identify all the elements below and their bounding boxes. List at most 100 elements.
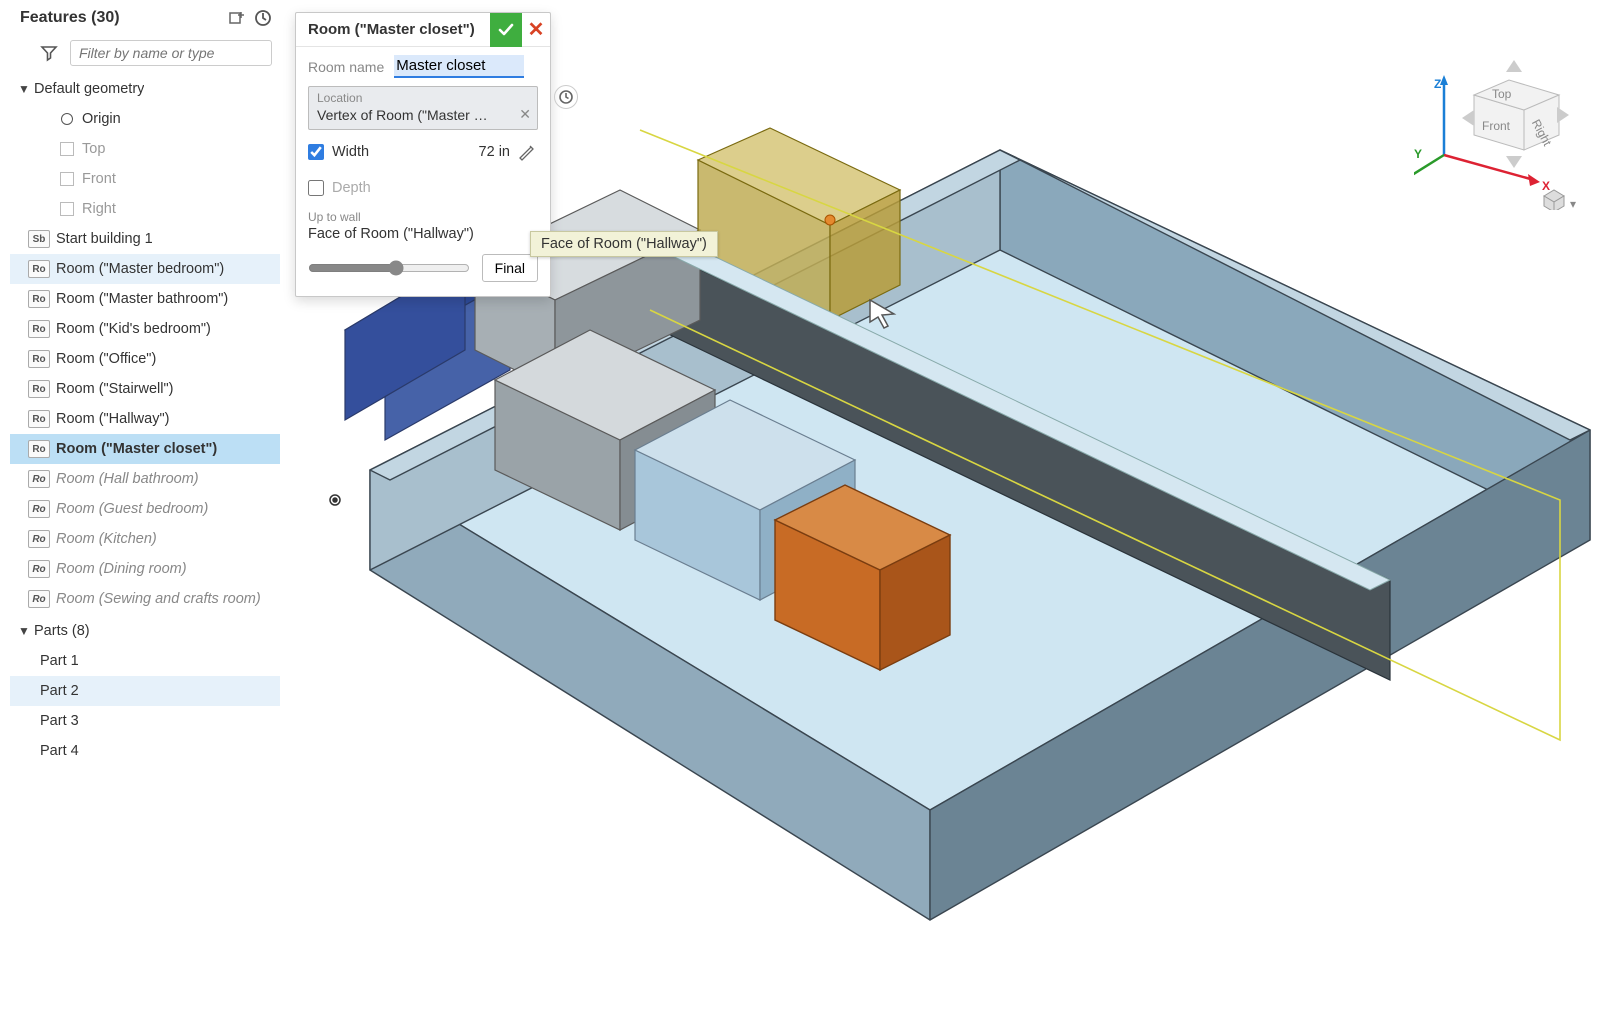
feature-row[interactable]: Ro Room ("Office") xyxy=(10,344,280,374)
tree-origin[interactable]: Origin xyxy=(10,104,280,134)
feature-dialog: Room ("Master closet") ✕ Room name Locat… xyxy=(295,12,551,297)
feature-label: Room (Guest bedroom) xyxy=(56,501,208,517)
part-label: Part 2 xyxy=(40,683,79,699)
feature-row[interactable]: Ro Room ("Master bedroom") xyxy=(10,254,280,284)
part-label: Part 3 xyxy=(40,713,79,729)
filter-icon[interactable] xyxy=(38,42,60,64)
feature-label: Room ("Office") xyxy=(56,351,156,367)
feature-row[interactable]: Ro Room (Sewing and crafts room) xyxy=(10,584,280,614)
svg-text:▾: ▾ xyxy=(1570,197,1576,210)
feature-row[interactable]: Ro Room (Hall bathroom) xyxy=(10,464,280,494)
rollback-slider[interactable] xyxy=(308,260,470,276)
location-history-icon[interactable] xyxy=(554,85,578,109)
svg-text:X: X xyxy=(1542,179,1550,193)
tree-parts-header[interactable]: ▼ Parts (8) xyxy=(10,616,280,646)
chevron-down-icon: ▼ xyxy=(16,624,32,638)
origin-icon xyxy=(60,112,74,126)
width-row: Width 72 in xyxy=(308,138,538,166)
width-checkbox[interactable] xyxy=(308,144,324,160)
feature-tag: Ro xyxy=(28,410,50,428)
add-feature-icon[interactable] xyxy=(226,7,248,29)
chevron-down-icon: ▼ xyxy=(16,82,32,96)
feature-label: Room ("Kid's bedroom") xyxy=(56,321,211,337)
depth-row: Depth xyxy=(308,174,538,202)
feature-label: Room ("Master bedroom") xyxy=(56,261,224,277)
view-cube[interactable]: Z X Y Top Front Right xyxy=(1414,40,1584,210)
feature-row[interactable]: Ro Room (Dining room) xyxy=(10,554,280,584)
feature-panel: Features (30) ▼ Default geometry Origin … xyxy=(10,0,280,800)
measure-icon[interactable] xyxy=(516,141,538,163)
svg-text:Top: Top xyxy=(1492,87,1512,101)
feature-row[interactable]: Sb Start building 1 xyxy=(10,224,280,254)
part-row[interactable]: Part 2 xyxy=(10,676,280,706)
part-row[interactable]: Part 4 xyxy=(10,736,280,766)
svg-text:Front: Front xyxy=(1482,119,1511,133)
up-to-wall-value: Face of Room ("Hallway") xyxy=(308,226,538,242)
feature-label: Room ("Hallway") xyxy=(56,411,169,427)
plane-icon xyxy=(60,202,74,216)
feature-label: Room (Sewing and crafts room) xyxy=(56,591,261,607)
feature-tag: Ro xyxy=(28,560,50,578)
width-label: Width xyxy=(332,144,369,160)
part-row[interactable]: Part 3 xyxy=(10,706,280,736)
feature-tag: Ro xyxy=(28,470,50,488)
feature-label: Room ("Stairwell") xyxy=(56,381,173,397)
location-value: Vertex of Room ("Master … xyxy=(317,107,509,123)
feature-label: Room ("Master closet") xyxy=(56,441,217,457)
clear-location-icon[interactable]: ✕ xyxy=(519,106,531,123)
feature-row[interactable]: Ro Room (Guest bedroom) xyxy=(10,494,280,524)
part-row[interactable]: Part 1 xyxy=(10,646,280,676)
feature-label: Room (Dining room) xyxy=(56,561,187,577)
feature-tag: Sb xyxy=(28,230,50,248)
feature-row[interactable]: Ro Room ("Master closet") xyxy=(10,434,280,464)
tree-plane-front[interactable]: Front xyxy=(10,164,280,194)
feature-label: Start building 1 xyxy=(56,231,153,247)
tree-plane-right[interactable]: Right xyxy=(10,194,280,224)
dialog-cancel-button[interactable]: ✕ xyxy=(522,13,550,47)
feature-label: Room (Kitchen) xyxy=(56,531,157,547)
svg-text:Y: Y xyxy=(1414,147,1422,161)
depth-checkbox[interactable] xyxy=(308,180,324,196)
feature-row[interactable]: Ro Room ("Stairwell") xyxy=(10,374,280,404)
feature-tag: Ro xyxy=(28,290,50,308)
feature-tag: Ro xyxy=(28,350,50,368)
dialog-titlebar[interactable]: Room ("Master closet") ✕ xyxy=(296,13,550,47)
dialog-title: Room ("Master closet") xyxy=(308,21,475,38)
feature-tag: Ro xyxy=(28,530,50,548)
feature-tag: Ro xyxy=(28,590,50,608)
hover-tooltip: Face of Room ("Hallway") xyxy=(530,231,718,257)
feature-panel-header: Features (30) xyxy=(10,0,280,36)
plane-icon xyxy=(60,172,74,186)
feature-row[interactable]: Ro Room ("Hallway") xyxy=(10,404,280,434)
feature-filter-row xyxy=(10,36,280,70)
feature-row[interactable]: Ro Room ("Kid's bedroom") xyxy=(10,314,280,344)
room-name-label: Room name xyxy=(308,59,384,75)
feature-tag: Ro xyxy=(28,380,50,398)
feature-tree: ▼ Default geometry Origin Top Front Righ… xyxy=(10,70,280,766)
feature-label: Room (Hall bathroom) xyxy=(56,471,199,487)
svg-text:Z: Z xyxy=(1434,77,1441,91)
room-name-input[interactable] xyxy=(394,55,524,78)
width-value[interactable]: 72 in xyxy=(479,144,510,160)
feature-tag: Ro xyxy=(28,440,50,458)
feature-row[interactable]: Ro Room (Kitchen) xyxy=(10,524,280,554)
part-label: Part 4 xyxy=(40,743,79,759)
location-field[interactable]: Location Vertex of Room ("Master … ✕ xyxy=(308,86,538,130)
feature-tag: Ro xyxy=(28,320,50,338)
feature-filter-input[interactable] xyxy=(70,40,272,66)
rollback-icon[interactable] xyxy=(252,7,274,29)
up-to-wall-field[interactable]: Up to wall Face of Room ("Hallway") xyxy=(308,210,538,242)
depth-label: Depth xyxy=(332,180,371,196)
final-button[interactable]: Final xyxy=(482,254,538,282)
dialog-accept-button[interactable] xyxy=(490,13,522,47)
feature-row[interactable]: Ro Room ("Master bathroom") xyxy=(10,284,280,314)
plane-icon xyxy=(60,142,74,156)
location-label: Location xyxy=(317,91,509,105)
feature-tag: Ro xyxy=(28,260,50,278)
up-to-wall-label: Up to wall xyxy=(308,210,538,224)
tree-plane-top[interactable]: Top xyxy=(10,134,280,164)
feature-tag: Ro xyxy=(28,500,50,518)
tree-default-geometry[interactable]: ▼ Default geometry xyxy=(10,74,280,104)
part-label: Part 1 xyxy=(40,653,79,669)
feature-label: Room ("Master bathroom") xyxy=(56,291,228,307)
